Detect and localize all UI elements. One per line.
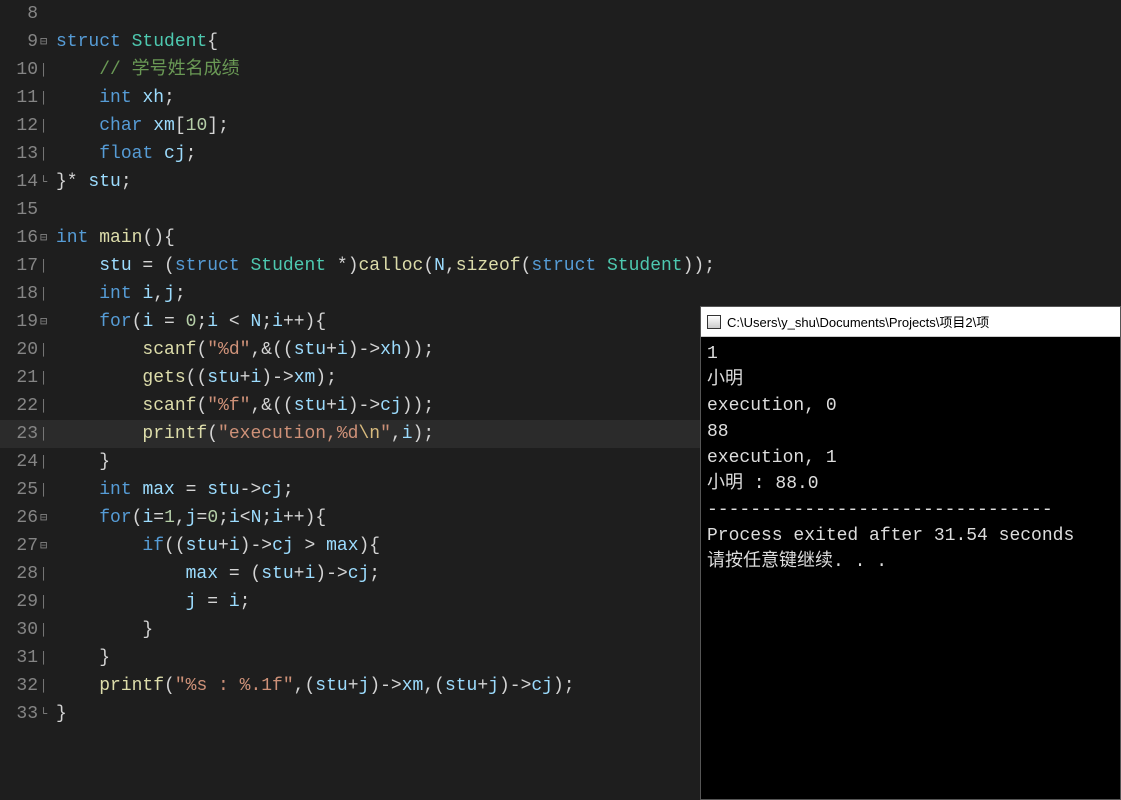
- fold-marker: [40, 0, 56, 28]
- line-number: 14: [0, 168, 40, 196]
- line-number: 18: [0, 280, 40, 308]
- code-content[interactable]: char xm[10];: [56, 112, 229, 140]
- code-content[interactable]: struct Student{: [56, 28, 218, 56]
- code-content[interactable]: }: [56, 700, 67, 728]
- code-line[interactable]: 10│ // 学号姓名成绩: [0, 56, 1121, 84]
- fold-marker: │: [40, 112, 56, 140]
- console-output[interactable]: 1 小明 execution, 0 88 execution, 1 小明 : 8…: [701, 337, 1120, 579]
- line-number: 29: [0, 588, 40, 616]
- fold-marker: │: [40, 420, 56, 448]
- line-number: 19: [0, 308, 40, 336]
- code-content[interactable]: for(i=1,j=0;i<N;i++){: [56, 504, 326, 532]
- console-app-icon: [707, 315, 721, 329]
- line-number: 21: [0, 364, 40, 392]
- code-content[interactable]: stu = (struct Student *)calloc(N,sizeof(…: [56, 252, 715, 280]
- fold-marker: │: [40, 476, 56, 504]
- code-line[interactable]: 15: [0, 196, 1121, 224]
- console-titlebar[interactable]: C:\Users\y_shu\Documents\Projects\项目2\项: [701, 307, 1120, 337]
- code-line[interactable]: 17│ stu = (struct Student *)calloc(N,siz…: [0, 252, 1121, 280]
- code-content[interactable]: }: [56, 644, 110, 672]
- code-content[interactable]: }* stu;: [56, 168, 132, 196]
- line-number: 24: [0, 448, 40, 476]
- code-line[interactable]: 8: [0, 0, 1121, 28]
- code-content[interactable]: printf("%s : %.1f",(stu+j)->xm,(stu+j)->…: [56, 672, 575, 700]
- fold-marker: └: [40, 700, 56, 728]
- line-number: 17: [0, 252, 40, 280]
- code-line[interactable]: 14└}* stu;: [0, 168, 1121, 196]
- code-content[interactable]: float cj;: [56, 140, 196, 168]
- line-number: 33: [0, 700, 40, 728]
- code-content[interactable]: for(i = 0;i < N;i++){: [56, 308, 326, 336]
- line-number: 16: [0, 224, 40, 252]
- fold-marker: │: [40, 336, 56, 364]
- fold-marker: │: [40, 560, 56, 588]
- code-line[interactable]: 16⊟int main(){: [0, 224, 1121, 252]
- code-content[interactable]: // 学号姓名成绩: [56, 56, 240, 84]
- code-content[interactable]: gets((stu+i)->xm);: [56, 364, 337, 392]
- code-content[interactable]: }: [56, 616, 153, 644]
- line-number: 12: [0, 112, 40, 140]
- fold-marker: │: [40, 56, 56, 84]
- code-content[interactable]: int i,j;: [56, 280, 186, 308]
- line-number: 15: [0, 196, 40, 224]
- fold-marker[interactable]: ⊟: [40, 224, 56, 252]
- code-content[interactable]: int max = stu->cj;: [56, 476, 294, 504]
- code-content[interactable]: int main(){: [56, 224, 175, 252]
- fold-marker: │: [40, 364, 56, 392]
- fold-marker: └: [40, 168, 56, 196]
- code-line[interactable]: 12│ char xm[10];: [0, 112, 1121, 140]
- line-number: 22: [0, 392, 40, 420]
- fold-marker: │: [40, 672, 56, 700]
- console-title: C:\Users\y_shu\Documents\Projects\项目2\项: [727, 312, 989, 331]
- line-number: 25: [0, 476, 40, 504]
- fold-marker[interactable]: ⊟: [40, 532, 56, 560]
- line-number: 30: [0, 616, 40, 644]
- code-content[interactable]: scanf("%d",&((stu+i)->xh));: [56, 336, 434, 364]
- code-content[interactable]: int xh;: [56, 84, 175, 112]
- fold-marker: │: [40, 448, 56, 476]
- fold-marker[interactable]: ⊟: [40, 28, 56, 56]
- code-content[interactable]: if((stu+i)->cj > max){: [56, 532, 380, 560]
- code-content[interactable]: printf("execution,%d\n",i);: [56, 420, 434, 448]
- code-content[interactable]: scanf("%f",&((stu+i)->cj));: [56, 392, 434, 420]
- fold-marker: [40, 196, 56, 224]
- fold-marker: │: [40, 392, 56, 420]
- line-number: 31: [0, 644, 40, 672]
- code-content[interactable]: max = (stu+i)->cj;: [56, 560, 380, 588]
- line-number: 13: [0, 140, 40, 168]
- fold-marker[interactable]: ⊟: [40, 504, 56, 532]
- code-line[interactable]: 13│ float cj;: [0, 140, 1121, 168]
- fold-marker: │: [40, 644, 56, 672]
- fold-marker: │: [40, 616, 56, 644]
- console-window[interactable]: C:\Users\y_shu\Documents\Projects\项目2\项 …: [700, 306, 1121, 800]
- line-number: 27: [0, 532, 40, 560]
- line-number: 9: [0, 28, 40, 56]
- line-number: 8: [0, 0, 40, 28]
- line-number: 11: [0, 84, 40, 112]
- code-line[interactable]: 18│ int i,j;: [0, 280, 1121, 308]
- fold-marker: │: [40, 84, 56, 112]
- line-number: 23: [0, 420, 40, 448]
- fold-marker: │: [40, 280, 56, 308]
- line-number: 26: [0, 504, 40, 532]
- code-line[interactable]: 11│ int xh;: [0, 84, 1121, 112]
- code-content[interactable]: j = i;: [56, 588, 250, 616]
- fold-marker: │: [40, 588, 56, 616]
- fold-marker[interactable]: ⊟: [40, 308, 56, 336]
- code-content[interactable]: }: [56, 448, 110, 476]
- line-number: 10: [0, 56, 40, 84]
- code-line[interactable]: 9⊟struct Student{: [0, 28, 1121, 56]
- line-number: 28: [0, 560, 40, 588]
- fold-marker: │: [40, 252, 56, 280]
- fold-marker: │: [40, 140, 56, 168]
- line-number: 32: [0, 672, 40, 700]
- line-number: 20: [0, 336, 40, 364]
